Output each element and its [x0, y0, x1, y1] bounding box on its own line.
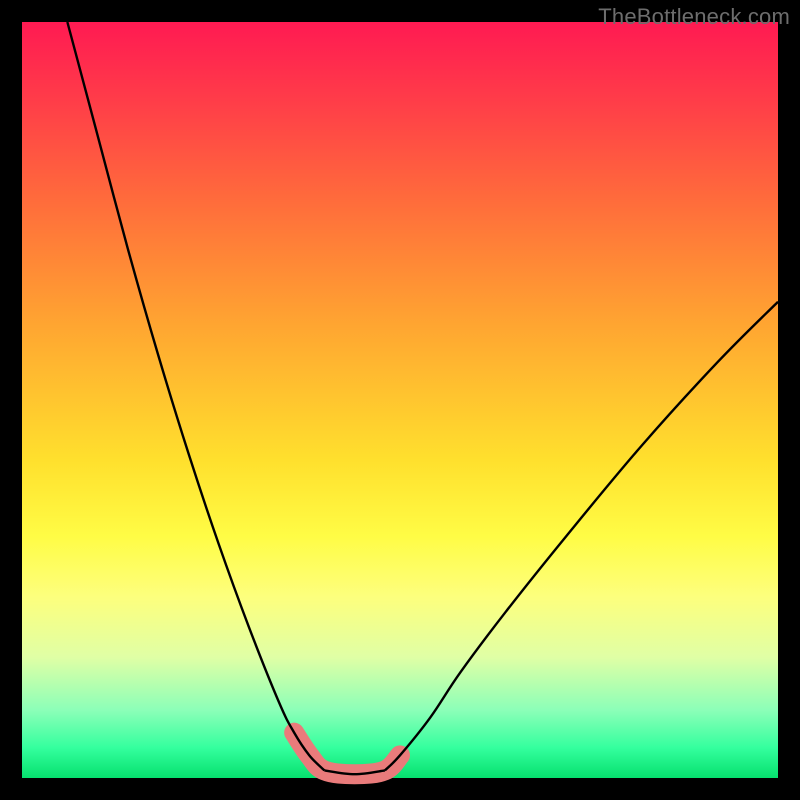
chart-frame: TheBottleneck.com	[0, 0, 800, 800]
right-curve	[385, 302, 778, 771]
highlight-segment	[294, 733, 400, 775]
plot-area	[22, 22, 778, 778]
watermark-text: TheBottleneck.com	[598, 4, 790, 30]
curve-layer	[22, 22, 778, 778]
left-curve	[67, 22, 324, 770]
